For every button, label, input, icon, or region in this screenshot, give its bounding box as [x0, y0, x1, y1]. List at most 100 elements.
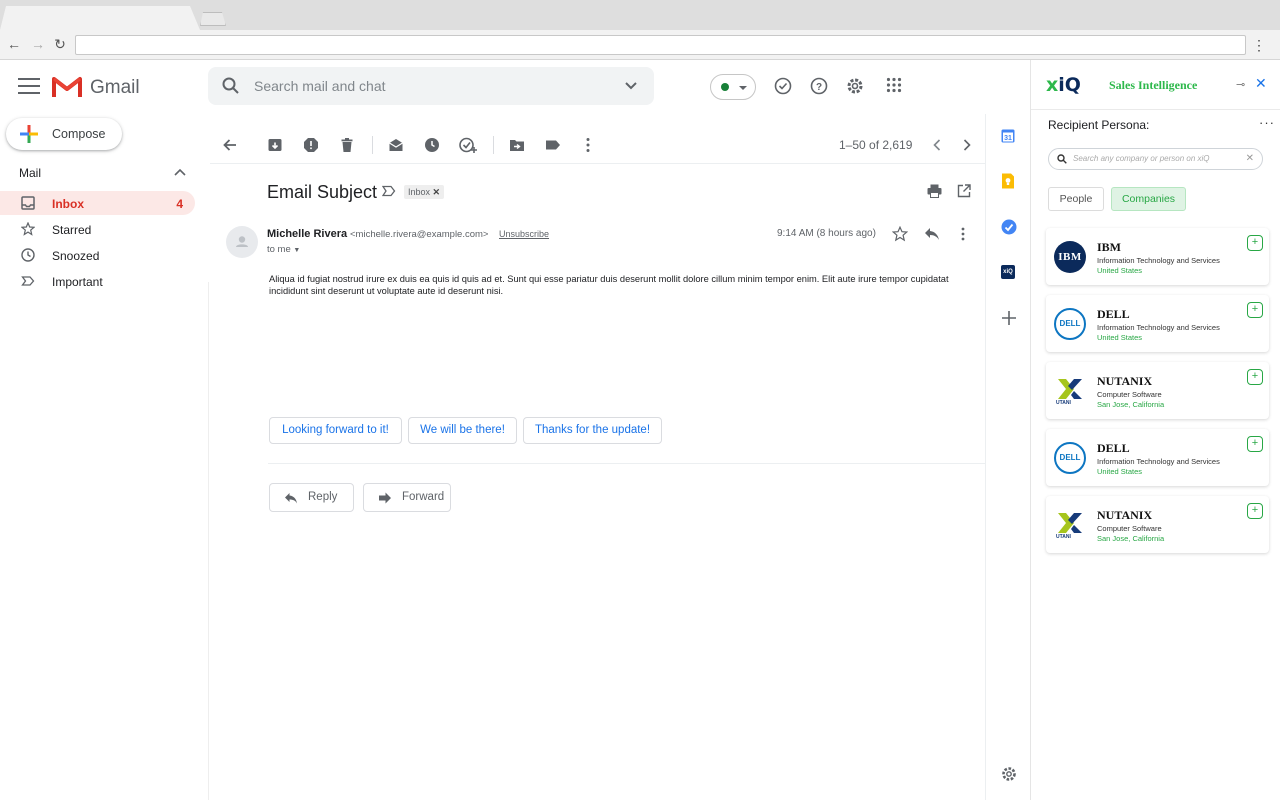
- pin-icon[interactable]: ⊸: [1236, 78, 1245, 91]
- add-addon-plus-icon[interactable]: [1001, 310, 1017, 326]
- label-tag-icon[interactable]: [545, 137, 561, 153]
- dell-logo: DELL: [1054, 308, 1086, 340]
- add-company-plus-icon[interactable]: +: [1247, 235, 1263, 251]
- snooze-clock-icon[interactable]: [424, 137, 440, 153]
- print-icon[interactable]: [927, 184, 942, 198]
- company-name: IBM: [1097, 240, 1121, 254]
- apps-grid-icon[interactable]: [886, 77, 902, 93]
- nav-item-label: Inbox: [52, 197, 84, 211]
- search-input[interactable]: Search mail and chat: [254, 78, 386, 94]
- keep-notes-icon[interactable]: [1001, 173, 1015, 189]
- forward-arrow-icon[interactable]: →: [30, 36, 46, 52]
- star-icon: [21, 222, 35, 236]
- status-active-dot: [721, 83, 729, 91]
- close-icon[interactable]: ✕: [1255, 75, 1267, 92]
- company-card-nutanix[interactable]: UTANI NUTANIX Computer Software San Jose…: [1046, 496, 1269, 553]
- nutanix-logo: UTANI: [1054, 509, 1086, 541]
- ibm-logo: IBM: [1054, 241, 1086, 273]
- clear-search-icon[interactable]: ✕: [1246, 153, 1254, 164]
- open-in-new-window-icon[interactable]: [957, 184, 971, 198]
- main-menu-icon[interactable]: [18, 78, 40, 94]
- prev-page-chevron-icon[interactable]: [931, 137, 943, 153]
- browser-menu-icon[interactable]: ⋮: [1252, 37, 1266, 54]
- inbox-label-chip[interactable]: Inbox ✕: [404, 185, 445, 199]
- add-company-plus-icon[interactable]: +: [1247, 302, 1263, 318]
- sender-avatar[interactable]: [226, 226, 258, 258]
- star-icon[interactable]: [892, 226, 908, 242]
- next-page-chevron-icon[interactable]: [961, 137, 973, 153]
- tab-companies[interactable]: Companies: [1111, 187, 1186, 211]
- reply-arrow-icon[interactable]: [924, 227, 940, 241]
- reply-button[interactable]: Reply: [269, 483, 354, 512]
- toolbar-divider-line: [210, 163, 985, 164]
- main-left-border: [208, 282, 209, 800]
- important-marker-icon[interactable]: [382, 185, 396, 197]
- forward-button[interactable]: Forward: [363, 483, 451, 512]
- company-name: NUTANIX: [1097, 508, 1153, 522]
- add-company-plus-icon[interactable]: +: [1247, 369, 1263, 385]
- tasks-icon[interactable]: [1001, 219, 1017, 235]
- delete-trash-icon[interactable]: [339, 137, 355, 153]
- back-arrow-icon[interactable]: [222, 137, 238, 153]
- remove-label-close-icon[interactable]: ✕: [433, 187, 441, 197]
- xiq-logo-x: x: [1046, 74, 1059, 96]
- search-bar[interactable]: Search mail and chat: [208, 67, 654, 105]
- reply-label: Reply: [308, 491, 338, 503]
- toolbar-divider: [372, 136, 373, 154]
- company-card-nutanix[interactable]: UTANI NUTANIX Computer Software San Jose…: [1046, 362, 1269, 419]
- xiq-search-input[interactable]: Search any company or person on xiQ ✕: [1048, 148, 1263, 170]
- gmail-header: Gmail Search mail and chat ?: [0, 60, 1030, 114]
- smart-reply-button[interactable]: We will be there!: [408, 417, 517, 444]
- company-card-dell[interactable]: DELL DELL Information Technology and Ser…: [1046, 429, 1269, 486]
- nav-item-important[interactable]: Important: [0, 269, 195, 293]
- unsubscribe-link[interactable]: Unsubscribe: [499, 229, 549, 239]
- url-input[interactable]: [75, 35, 1246, 55]
- add-to-tasks-icon[interactable]: [459, 137, 477, 153]
- message-more-kebab-icon[interactable]: [957, 227, 969, 241]
- settings-gear-icon[interactable]: [1001, 766, 1017, 782]
- back-arrow-icon[interactable]: ←: [6, 36, 22, 52]
- chevron-down-icon: [739, 86, 747, 90]
- reload-icon[interactable]: ↻: [52, 36, 68, 52]
- tab-people[interactable]: People: [1048, 187, 1104, 211]
- dell-logo: DELL: [1054, 442, 1086, 474]
- add-company-plus-icon[interactable]: +: [1247, 436, 1263, 452]
- archive-icon[interactable]: [267, 137, 283, 153]
- tasks-check-icon[interactable]: [774, 77, 792, 95]
- nav-item-starred[interactable]: Starred: [0, 217, 195, 241]
- recipient-details-toggle[interactable]: to me ▼: [267, 244, 300, 255]
- xiq-search-placeholder: Search any company or person on xiQ: [1073, 154, 1210, 163]
- smart-reply-button[interactable]: Thanks for the update!: [523, 417, 662, 444]
- company-card-ibm[interactable]: IBM IBM Information Technology and Servi…: [1046, 228, 1269, 285]
- settings-gear-icon[interactable]: [846, 77, 864, 95]
- calendar-icon[interactable]: 31: [1001, 129, 1015, 143]
- nav-item-inbox[interactable]: Inbox 4: [0, 191, 195, 215]
- search-icon[interactable]: [222, 77, 240, 95]
- add-company-plus-icon[interactable]: +: [1247, 503, 1263, 519]
- recipient-persona-label: Recipient Persona:: [1048, 118, 1150, 132]
- company-card-dell[interactable]: DELL DELL Information Technology and Ser…: [1046, 295, 1269, 352]
- more-options-kebab-icon[interactable]: [582, 137, 594, 153]
- browser-tab-active[interactable]: [0, 6, 200, 30]
- move-to-folder-icon[interactable]: [509, 137, 525, 153]
- xiq-addon-icon[interactable]: xiQ: [1001, 265, 1015, 279]
- toolbar-divider: [493, 136, 494, 154]
- search-icon: [1057, 154, 1067, 164]
- report-spam-icon[interactable]: [303, 137, 319, 153]
- compose-plus-icon: [20, 125, 38, 143]
- compose-button[interactable]: Compose: [6, 118, 122, 150]
- search-options-chevron-down-icon[interactable]: [624, 79, 638, 93]
- calendar-day: 31: [1004, 135, 1012, 142]
- email-body: Aliqua id fugiat nostrud irure ex duis e…: [269, 274, 949, 296]
- mark-as-unread-icon[interactable]: [388, 137, 404, 153]
- recipient-text: to me: [267, 244, 291, 255]
- nutanix-logo-text: UTANI: [1056, 400, 1071, 406]
- help-icon[interactable]: ?: [810, 77, 828, 95]
- more-options-icon[interactable]: ···: [1259, 115, 1275, 130]
- smart-reply-button[interactable]: Looking forward to it!: [269, 417, 402, 444]
- nav-item-snoozed[interactable]: Snoozed: [0, 243, 195, 267]
- chevron-down-icon: ▼: [293, 247, 301, 254]
- collapse-chevron-up-icon[interactable]: [174, 167, 186, 177]
- new-tab-button[interactable]: [200, 12, 226, 26]
- status-selector[interactable]: [710, 74, 756, 100]
